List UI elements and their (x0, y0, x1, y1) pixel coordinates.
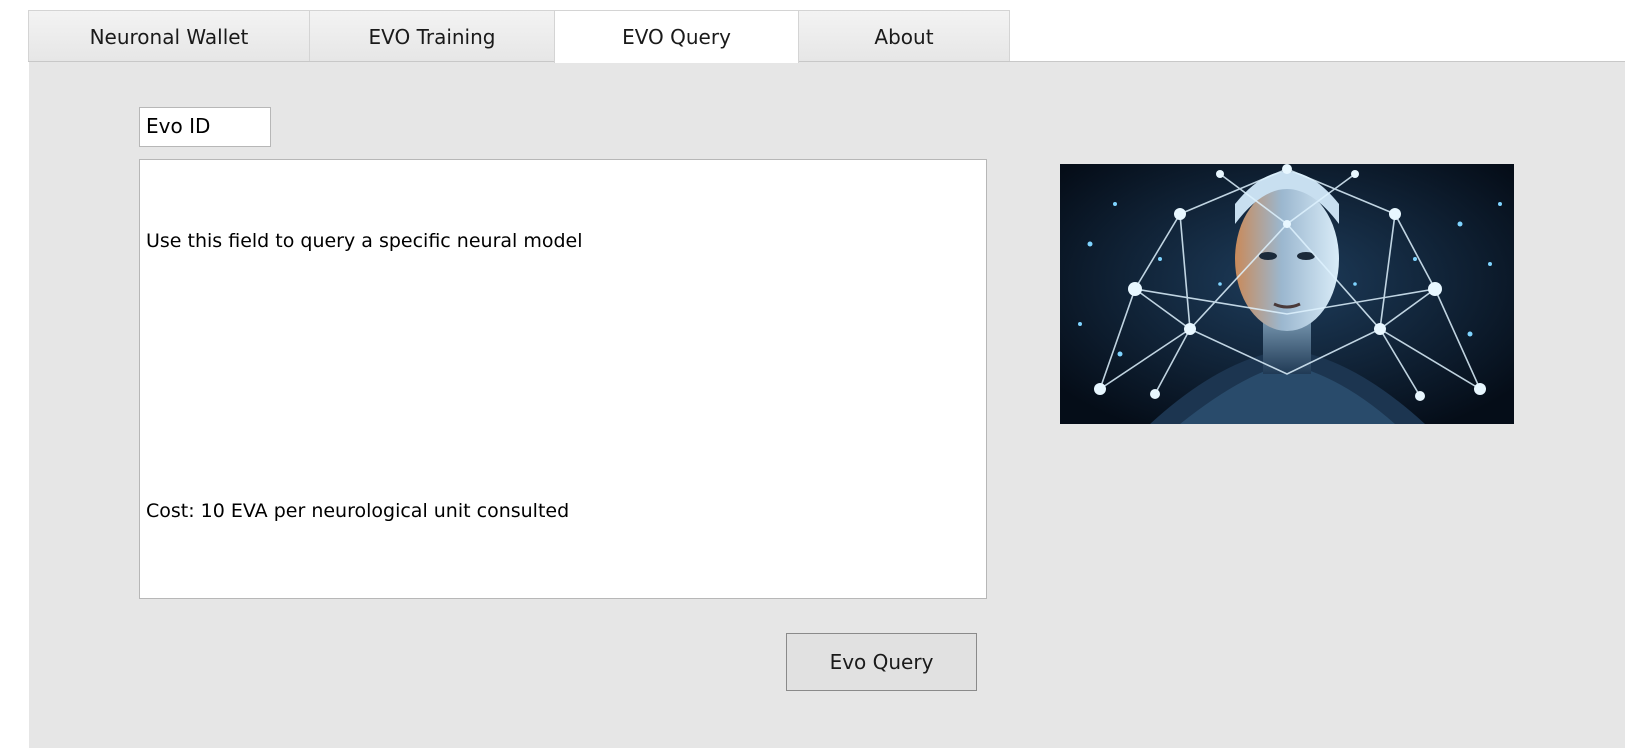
query-textarea[interactable]: Use this field to query a specific neura… (139, 159, 987, 599)
query-line: ​ (146, 316, 980, 346)
tab-strip: Neuronal Wallet EVO Training EVO Query A… (28, 10, 1010, 63)
query-line: Use this field to query a specific neura… (146, 230, 583, 252)
neural-face-image (1060, 164, 1514, 424)
app-window: Neuronal Wallet EVO Training EVO Query A… (0, 0, 1625, 748)
tab-evo-query[interactable]: EVO Query (554, 10, 799, 63)
evo-query-button[interactable]: Evo Query (786, 633, 977, 691)
tab-about[interactable]: About (798, 10, 1010, 62)
evo-id-input[interactable]: Evo ID (139, 107, 271, 147)
tab-neuronal-wallet[interactable]: Neuronal Wallet (28, 10, 310, 62)
tab-evo-training[interactable]: EVO Training (309, 10, 555, 62)
query-line: ​ (146, 406, 980, 436)
neural-face-illustration-icon (1060, 164, 1514, 424)
query-line: Cost: 10 EVA per neurological unit consu… (146, 500, 570, 522)
